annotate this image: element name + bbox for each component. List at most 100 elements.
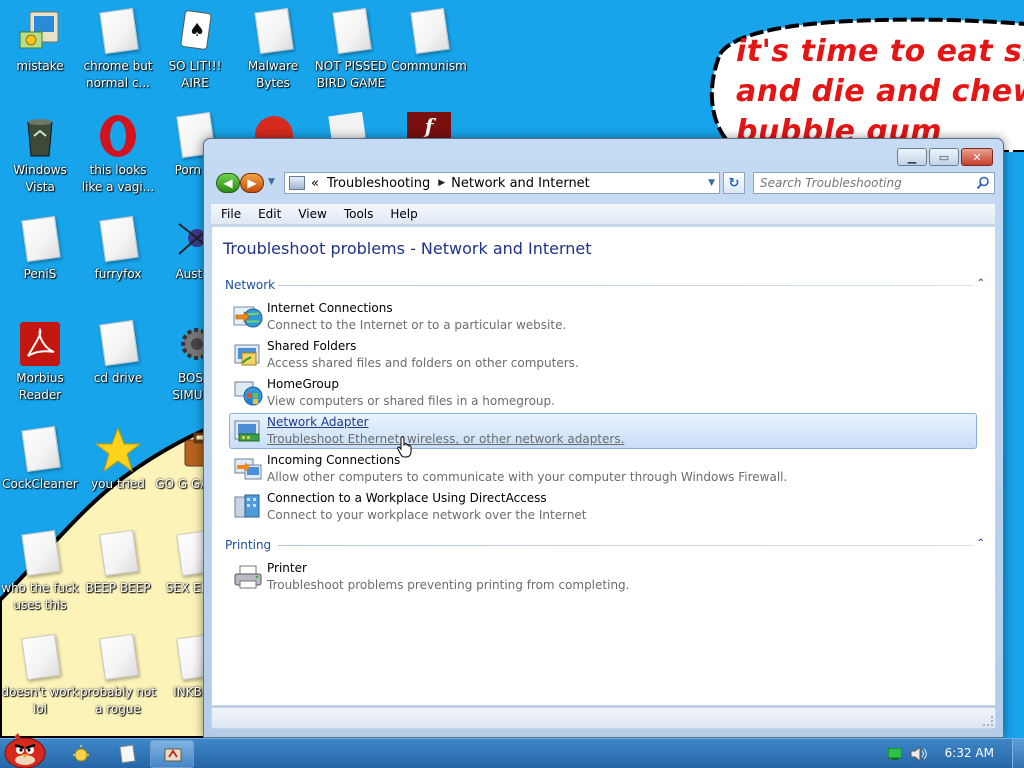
troubleshooter-network-adapter[interactable]: Network Adapter Troubleshoot Ethernet, w…	[229, 413, 977, 449]
card-icon: ♠	[171, 8, 219, 56]
window-controls: ▁ ▭ ✕	[895, 148, 993, 166]
desktop-icon-malware[interactable]: Malware Bytes	[233, 7, 313, 104]
desktop-icon-cockcleaner[interactable]: CockCleaner	[0, 425, 80, 522]
breadcrumb-troubleshooting[interactable]: Troubleshooting	[327, 176, 430, 191]
pdf-icon	[16, 320, 64, 368]
search-icon[interactable]	[976, 176, 990, 190]
group-header-printing[interactable]: Printing	[225, 538, 271, 552]
homegroup-icon	[234, 381, 263, 406]
navigation-bar: ◀ ▶ ▼ « Troubleshooting ▶ Network and In…	[214, 172, 995, 196]
minimize-button[interactable]: ▁	[897, 148, 927, 166]
troubleshooting-window[interactable]: ▁ ▭ ✕ ◀ ▶ ▼ « Troubleshooting ▶ Network …	[203, 138, 1004, 738]
document-icon	[94, 319, 142, 368]
document-icon	[16, 529, 64, 578]
document-icon	[16, 425, 64, 474]
globe-network-icon	[233, 306, 263, 328]
troubleshooter-shared-folders[interactable]: Shared Folders Access shared files and f…	[229, 337, 977, 373]
page-title: Troubleshoot problems - Network and Inte…	[223, 239, 592, 258]
collapse-chevron-icon[interactable]: ⌃	[977, 538, 985, 549]
recycle-bin-icon	[16, 112, 64, 160]
menu-file[interactable]: File	[214, 204, 248, 224]
desktop-icon-cd-drive[interactable]: cd drive	[78, 319, 158, 416]
shared-folder-icon	[234, 344, 260, 366]
breadcrumb-separator-icon[interactable]: ▶	[438, 178, 445, 188]
desktop-icon-mistake[interactable]: mistake	[0, 8, 80, 104]
desktop-icon-penis[interactable]: PeniS	[0, 215, 80, 312]
desktop-icon-solitaire[interactable]: ♠ SO LIT!!! AIRE	[155, 8, 235, 104]
menu-view[interactable]: View	[291, 204, 333, 224]
group-divider	[278, 285, 973, 286]
menu-bar: File Edit View Tools Help	[211, 204, 995, 225]
desktop-icon-who-uses-this[interactable]: who the fuck uses this	[0, 529, 80, 626]
desktop-icon-communism[interactable]: Communism	[389, 7, 469, 104]
group-header-network[interactable]: Network	[225, 278, 275, 292]
svg-text:♠: ♠	[189, 20, 205, 41]
taskbar-button-troubleshooting[interactable]	[150, 740, 194, 768]
desktop-icon-furryfox[interactable]: furryfox	[78, 215, 158, 312]
volume-icon[interactable]	[910, 746, 928, 762]
system-tray: 6:32 AM	[864, 739, 1024, 768]
troubleshooting-icon	[164, 748, 182, 762]
document-icon	[249, 7, 297, 56]
network-adapter-icon	[234, 420, 260, 442]
start-button-angry-bird-icon[interactable]	[0, 731, 50, 768]
group-divider	[278, 545, 973, 546]
show-desktop-button[interactable]	[1012, 739, 1024, 768]
collapse-chevron-icon[interactable]: ⌃	[977, 278, 985, 289]
recent-pages-button[interactable]: ▼	[268, 177, 275, 187]
address-dropdown-icon[interactable]: ▼	[708, 178, 715, 188]
troubleshooter-incoming-connections[interactable]: Incoming Connections Allow other compute…	[229, 451, 977, 487]
refresh-icon: ↻	[728, 175, 740, 191]
incoming-connections-icon	[234, 458, 262, 480]
search-input[interactable]	[760, 176, 970, 190]
document-icon	[94, 7, 142, 56]
hand-cursor-icon	[397, 436, 412, 458]
document-icon	[327, 7, 375, 56]
back-button[interactable]: ◀	[216, 173, 240, 193]
status-bar	[211, 707, 996, 729]
desktop-icon-chrome[interactable]: chrome but normal c...	[78, 7, 158, 104]
menu-edit[interactable]: Edit	[251, 204, 288, 224]
desktop-icon-you-tried[interactable]: you tried	[78, 426, 158, 522]
desktop-icon-morbius-reader[interactable]: Morbius Reader	[0, 320, 80, 416]
opera-icon	[94, 112, 142, 160]
taskbar: 6:32 AM	[0, 733, 1024, 768]
troubleshooter-directaccess[interactable]: Connection to a Workplace Using DirectAc…	[229, 489, 977, 525]
document-icon	[94, 529, 142, 578]
menu-tools[interactable]: Tools	[337, 204, 381, 224]
forward-button[interactable]: ▶	[240, 173, 264, 193]
resize-grip[interactable]	[983, 716, 993, 726]
desktop-icon-doesnt-work[interactable]: doesn't work lol	[0, 633, 80, 730]
desktop-icon-not-a-rogue[interactable]: probably not a rogue	[78, 633, 158, 730]
document-icon	[16, 633, 64, 682]
quick-launch-document-icon[interactable]	[116, 743, 138, 765]
search-box[interactable]	[753, 172, 995, 194]
control-panel-icon	[289, 176, 305, 190]
breadcrumb-prefix[interactable]: «	[311, 176, 319, 191]
desktop-icon-bird-game[interactable]: NOT PISSED BIRD GAME	[311, 7, 391, 104]
desktop-icon-beep-beep[interactable]: BEEP BEEP	[78, 529, 158, 626]
menu-help[interactable]: Help	[383, 204, 424, 224]
maximize-button[interactable]: ▭	[929, 148, 959, 166]
quick-launch-sun-icon[interactable]	[70, 743, 92, 765]
close-button[interactable]: ✕	[961, 148, 993, 166]
network-status-icon[interactable]	[888, 748, 902, 760]
document-icon	[16, 215, 64, 264]
troubleshooter-internet-connections[interactable]: Internet Connections Connect to the Inte…	[229, 299, 977, 335]
bubble-text-line-2: and die and chew	[736, 74, 1024, 109]
refresh-button[interactable]: ↻	[723, 172, 745, 194]
desktop-icon-opera[interactable]: this looks like a vagi...	[78, 112, 158, 208]
document-icon	[94, 215, 142, 264]
computer-icon	[16, 8, 64, 56]
desktop-icon-windows-vista[interactable]: Windows Vista	[0, 112, 80, 208]
breadcrumb-network-and-internet[interactable]: Network and Internet	[451, 176, 590, 191]
troubleshooter-homegroup[interactable]: HomeGroup View computers or shared files…	[229, 375, 977, 411]
bubble-text-line-1: it's time to eat shit	[736, 34, 1024, 69]
address-bar[interactable]: « Troubleshooting ▶ Network and Internet…	[284, 172, 720, 194]
printer-icon	[234, 565, 262, 589]
troubleshooter-printer[interactable]: Printer Troubleshoot problems preventing…	[229, 559, 977, 595]
document-icon	[94, 633, 142, 682]
taskbar-clock[interactable]: 6:32 AM	[945, 746, 994, 760]
directaccess-icon	[234, 494, 260, 518]
content-pane: Troubleshoot problems - Network and Inte…	[211, 226, 996, 706]
